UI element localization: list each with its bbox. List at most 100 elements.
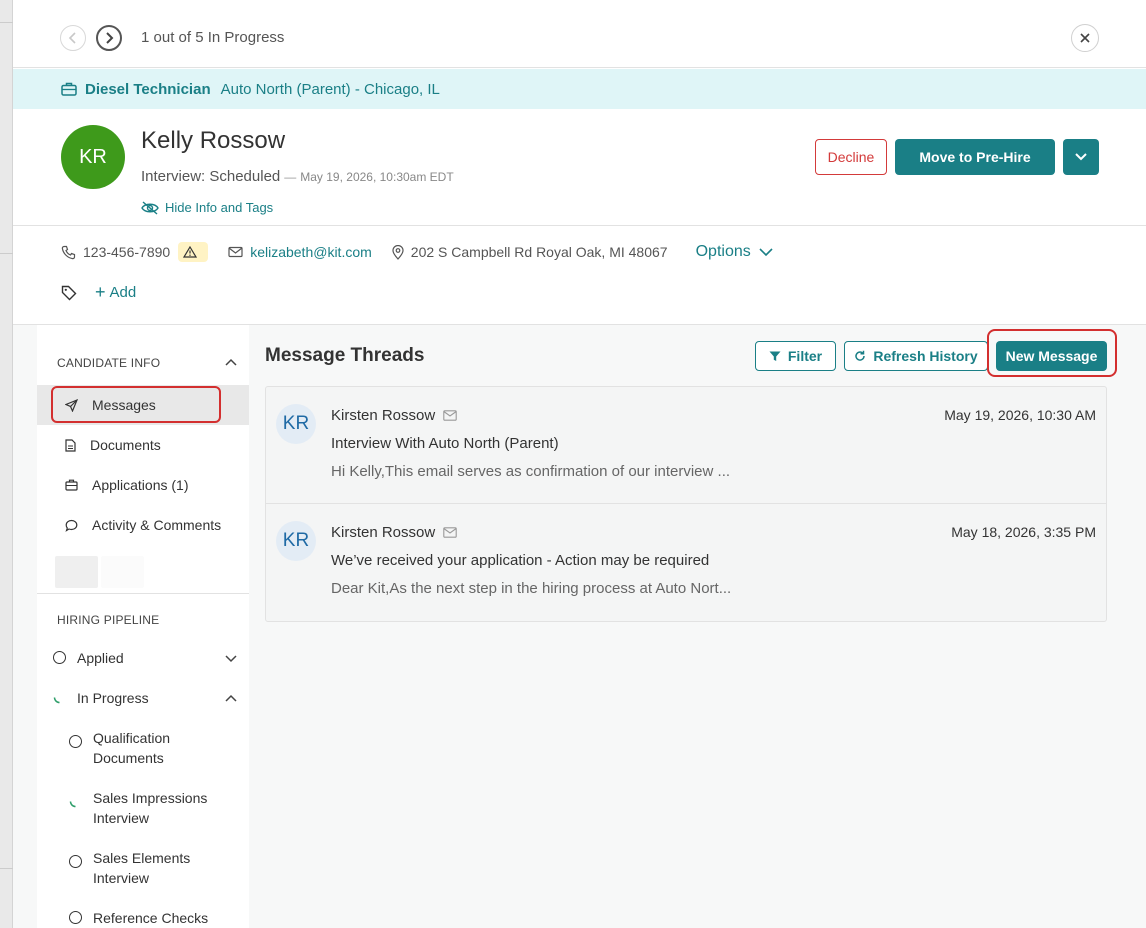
highlight-annotation — [987, 329, 1117, 377]
thread-subject: Interview With Auto North (Parent) — [331, 435, 559, 452]
sender-name: Kirsten Rossow — [331, 407, 436, 424]
refresh-history-button[interactable]: Refresh History — [844, 341, 988, 371]
thread-subject: We’ve received your application - Action… — [331, 552, 710, 569]
sidebar-panel: CANDIDATE INFO Messages Documents Applic… — [37, 325, 249, 928]
candidate-info-heading: CANDIDATE INFO — [57, 356, 161, 370]
chevron-down-icon[interactable] — [225, 655, 237, 663]
placeholder-block — [101, 556, 144, 588]
mail-icon — [443, 527, 457, 538]
status-separator: — — [284, 170, 297, 184]
previous-candidate-button[interactable] — [60, 25, 86, 51]
options-dropdown[interactable]: Options — [696, 243, 773, 261]
thread-list: KR Kirsten Rossow May 19, 2026, 10:30 AM… — [265, 386, 1107, 622]
pipeline-stage-label: Qualification Documents — [93, 730, 171, 766]
pipeline-stage-label: Applied — [77, 650, 124, 666]
mail-icon — [443, 410, 457, 421]
hide-info-label: Hide Info and Tags — [165, 200, 274, 215]
hide-info-toggle[interactable]: Hide Info and Tags — [141, 200, 273, 215]
move-to-pre-hire-button[interactable]: Move to Pre-Hire — [895, 139, 1055, 175]
refresh-label: Refresh History — [873, 348, 978, 364]
status-label: Interview: Scheduled — [141, 168, 281, 185]
status-date: May 19, 2026, 10:30am EDT — [300, 170, 454, 184]
gutter-line — [0, 253, 13, 254]
pipeline-stage-label: In Progress — [77, 690, 149, 706]
eye-off-icon — [141, 200, 159, 215]
close-icon — [1080, 33, 1090, 43]
mail-icon — [228, 246, 243, 258]
stage-in-progress-icon — [69, 801, 76, 808]
thread-preview: Dear Kit,As the next step in the hiring … — [331, 580, 732, 597]
address-item: 202 S Campbell Rd Royal Oak, MI 48067 — [392, 244, 668, 260]
message-threads-panel: Message Threads Filter Refresh History N… — [249, 325, 1146, 928]
decline-button[interactable]: Decline — [815, 139, 887, 175]
tags-row: + Add — [61, 282, 136, 303]
top-navigation: 1 out of 5 In Progress — [13, 0, 1146, 68]
email-link[interactable]: kelizabeth@kit.com — [250, 244, 372, 260]
pipeline-stage-applied[interactable]: Applied — [53, 648, 243, 668]
page-title: Message Threads — [265, 345, 425, 366]
phone-item: 123-456-7890 — [61, 242, 209, 262]
phone-warning-badge — [178, 242, 209, 262]
divider — [37, 593, 249, 594]
contact-info-row: 123-456-7890 kelizabeth@kit.com 202 S Ca… — [61, 242, 773, 262]
filter-button[interactable]: Filter — [755, 341, 836, 371]
message-thread[interactable]: KR Kirsten Rossow May 18, 2026, 3:35 PM … — [266, 504, 1106, 621]
stage-not-started-icon — [69, 855, 82, 868]
sidebar: CANDIDATE INFO Messages Documents Applic… — [13, 325, 249, 928]
sidebar-item-label: Activity & Comments — [92, 517, 222, 533]
thread-preview: Hi Kelly,This email serves as confirmati… — [331, 463, 731, 480]
job-location: Auto North (Parent) - Chicago, IL — [220, 80, 440, 98]
address-text: 202 S Campbell Rd Royal Oak, MI 48067 — [410, 244, 668, 260]
candidate-avatar: KR — [61, 125, 125, 189]
chevron-left-icon — [68, 32, 76, 44]
sender-name: Kirsten Rossow — [331, 524, 436, 541]
pipeline-substage-sales-elements-interview[interactable]: Sales Elements Interview — [69, 848, 219, 888]
message-thread[interactable]: KR Kirsten Rossow May 19, 2026, 10:30 AM… — [266, 387, 1106, 504]
thread-date: May 19, 2026, 10:30 AM — [944, 407, 1096, 423]
highlight-annotation — [51, 386, 221, 423]
briefcase-icon — [61, 82, 77, 96]
location-pin-icon — [392, 244, 404, 260]
email-item[interactable]: kelizabeth@kit.com — [228, 244, 372, 260]
phone-icon — [61, 245, 76, 259]
job-title-link[interactable]: Diesel Technician — [85, 81, 211, 98]
placeholder-block — [55, 556, 98, 588]
hiring-pipeline-heading: HIRING PIPELINE — [57, 613, 160, 627]
filter-label: Filter — [787, 348, 823, 364]
pipeline-substage-sales-impressions-interview[interactable]: Sales Impressions Interview — [69, 788, 219, 828]
pipeline-substage-reference-checks[interactable]: Reference Checks — [69, 908, 219, 928]
refresh-icon — [855, 350, 866, 361]
candidate-name: Kelly Rossow — [141, 127, 286, 154]
warning-icon — [182, 246, 197, 258]
tag-icon — [61, 285, 77, 300]
stage-not-started-icon — [53, 651, 66, 664]
more-actions-dropdown[interactable] — [1063, 139, 1099, 175]
chevron-down-icon — [759, 247, 773, 256]
add-tag-button[interactable]: + Add — [95, 282, 136, 303]
next-candidate-button[interactable] — [96, 25, 122, 51]
pipeline-substage-qualification-documents[interactable]: Qualification Documents — [69, 728, 219, 768]
add-tag-label: Add — [109, 284, 137, 301]
pipeline-stage-in-progress[interactable]: In Progress — [53, 688, 243, 708]
close-button[interactable] — [1071, 24, 1099, 52]
thread-sender: Kirsten Rossow — [331, 407, 457, 424]
divider — [13, 225, 1146, 226]
stage-not-started-icon — [69, 911, 82, 924]
plus-icon: + — [95, 282, 106, 302]
background-page-gutter — [0, 0, 13, 928]
chevron-down-icon — [1075, 153, 1087, 161]
sidebar-item-activity-comments[interactable]: Activity & Comments — [37, 505, 249, 545]
document-icon — [65, 438, 76, 452]
sidebar-item-applications[interactable]: Applications (1) — [37, 465, 249, 505]
gutter-line — [0, 22, 13, 23]
chevron-up-icon[interactable] — [225, 358, 237, 366]
thread-sender: Kirsten Rossow — [331, 524, 457, 541]
chevron-up-icon[interactable] — [225, 694, 237, 702]
sender-avatar: KR — [276, 521, 316, 561]
pipeline-stage-label: Reference Checks — [93, 910, 209, 926]
sidebar-item-documents[interactable]: Documents — [37, 425, 249, 465]
candidate-counter: 1 out of 5 In Progress — [141, 29, 285, 46]
stage-in-progress-icon — [53, 697, 60, 704]
filter-icon — [769, 351, 781, 361]
options-label: Options — [695, 243, 751, 260]
